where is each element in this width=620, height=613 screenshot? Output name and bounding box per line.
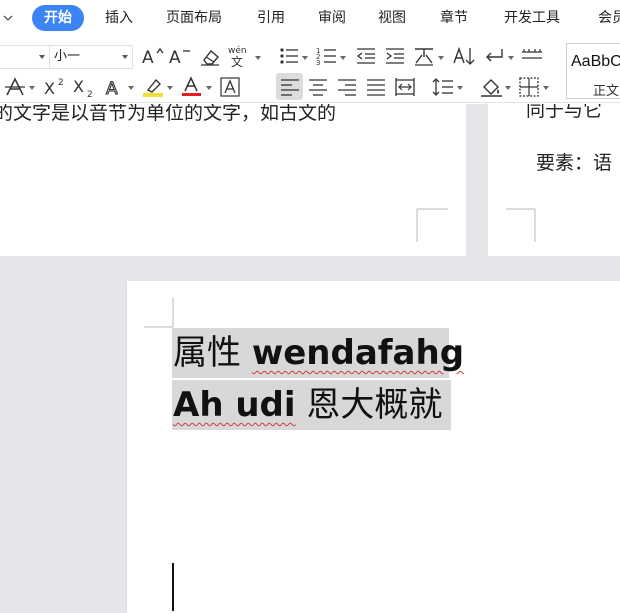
style-name-normal: 正文 bbox=[593, 84, 620, 99]
style-gallery[interactable]: AaBbCc 正文 bbox=[566, 43, 620, 99]
font-size-select[interactable]: 小一 bbox=[49, 45, 133, 69]
show-marks-icon[interactable] bbox=[482, 45, 506, 67]
page-corner-mark bbox=[506, 208, 536, 242]
show-marks-dropdown-icon[interactable] bbox=[508, 56, 514, 60]
page-corner-mark bbox=[144, 298, 174, 328]
distributed-icon[interactable] bbox=[394, 76, 416, 98]
tab-page-layout[interactable]: 页面布局 bbox=[166, 9, 222, 27]
increase-indent-icon[interactable] bbox=[384, 45, 406, 67]
table-grid-icon[interactable] bbox=[520, 45, 544, 67]
highlight-icon[interactable] bbox=[142, 76, 166, 98]
numbering-dropdown-icon[interactable] bbox=[340, 56, 346, 60]
strikethrough-icon[interactable] bbox=[4, 76, 26, 98]
text-line-2[interactable]: Ah udi 恩大概就 bbox=[173, 380, 442, 430]
svg-text:2: 2 bbox=[87, 90, 93, 98]
line2-cjk: 恩大概就 bbox=[306, 385, 443, 425]
align-center-icon[interactable] bbox=[307, 76, 329, 98]
phonetic-dropdown-icon[interactable] bbox=[255, 56, 261, 60]
strikethrough-dropdown-icon[interactable] bbox=[29, 86, 35, 90]
line-spacing-icon[interactable] bbox=[431, 76, 455, 98]
text-line-1[interactable]: 属性 wendafahg bbox=[173, 328, 464, 378]
line-spacing-dropdown-icon[interactable] bbox=[457, 86, 463, 90]
svg-text:A: A bbox=[106, 79, 118, 98]
svg-text:A: A bbox=[142, 48, 154, 67]
svg-text:A: A bbox=[169, 48, 181, 67]
shading-dropdown-icon[interactable] bbox=[505, 86, 511, 90]
superscript-icon[interactable]: X2 bbox=[43, 76, 69, 98]
tab-home[interactable]: 开始 bbox=[32, 5, 84, 31]
svg-text:文: 文 bbox=[231, 54, 243, 68]
border-icon[interactable] bbox=[518, 76, 540, 98]
tab-sections[interactable]: 章节 bbox=[440, 9, 468, 27]
chevron-down-icon[interactable] bbox=[1, 10, 15, 24]
char-border-icon[interactable] bbox=[219, 76, 241, 98]
tab-developer[interactable]: 开发工具 bbox=[504, 9, 560, 27]
font-shrink-icon[interactable]: A bbox=[168, 45, 192, 67]
highlight-dropdown-icon[interactable] bbox=[167, 86, 173, 90]
clear-format-icon[interactable] bbox=[198, 45, 222, 67]
ribbon-divider bbox=[0, 102, 620, 103]
right-page-text-2: 要素：语 bbox=[536, 152, 613, 174]
line2-latin: Ah udi bbox=[173, 385, 296, 425]
font-color-dropdown-icon[interactable] bbox=[206, 86, 212, 90]
font-name-select[interactable] bbox=[0, 45, 50, 69]
bullet-list-icon[interactable] bbox=[278, 45, 300, 67]
tab-review[interactable]: 审阅 bbox=[318, 9, 346, 27]
text-effect-dropdown-icon[interactable] bbox=[128, 86, 134, 90]
right-page-text-1: 同于与它 bbox=[526, 104, 603, 121]
chinese-layout-icon[interactable] bbox=[412, 45, 436, 67]
font-grow-icon[interactable]: A bbox=[141, 45, 165, 67]
tab-insert[interactable]: 插入 bbox=[105, 9, 133, 27]
line1-cjk: 属性 bbox=[173, 333, 241, 373]
decrease-indent-icon[interactable] bbox=[355, 45, 377, 67]
previous-page-right[interactable]: 同于与它 要素：语 bbox=[488, 104, 620, 256]
svg-text:X: X bbox=[73, 77, 84, 96]
border-dropdown-icon[interactable] bbox=[543, 86, 549, 90]
justify-icon[interactable] bbox=[365, 76, 387, 98]
svg-text:X: X bbox=[44, 79, 55, 98]
previous-page-left[interactable]: 的文字是以音节为单位的文字，如古文的 bbox=[0, 104, 466, 256]
font-color-icon[interactable] bbox=[181, 76, 203, 98]
font-size-value: 小一 bbox=[54, 49, 81, 64]
page-corner-mark bbox=[416, 208, 448, 242]
bullet-dropdown-icon[interactable] bbox=[302, 56, 308, 60]
tab-member[interactable]: 会员 bbox=[598, 9, 620, 27]
style-preview: AaBbCc bbox=[571, 53, 620, 70]
text-cursor bbox=[172, 563, 174, 611]
subscript-icon[interactable]: X2 bbox=[72, 76, 98, 98]
tab-view[interactable]: 视图 bbox=[378, 9, 406, 27]
numbered-list-icon[interactable]: 123 bbox=[316, 45, 338, 67]
shading-icon[interactable] bbox=[480, 76, 504, 98]
svg-text:2: 2 bbox=[58, 78, 64, 88]
tab-references[interactable]: 引用 bbox=[257, 9, 285, 27]
phonetic-guide-icon[interactable]: wén 文 bbox=[227, 44, 253, 68]
align-right-icon[interactable] bbox=[336, 76, 358, 98]
line1-latin: wendafahg bbox=[251, 333, 465, 373]
previous-page-text: 的文字是以音节为单位的文字，如古文的 bbox=[0, 104, 337, 124]
align-left-icon[interactable] bbox=[279, 76, 301, 98]
sort-icon[interactable] bbox=[452, 45, 476, 67]
menu-bar: 开始 插入 页面布局 引用 审阅 视图 章节 开发工具 会员 bbox=[0, 0, 620, 36]
text-effect-icon[interactable]: A bbox=[104, 76, 126, 98]
svg-text:3: 3 bbox=[316, 59, 320, 67]
chinese-layout-dropdown-icon[interactable] bbox=[438, 56, 444, 60]
